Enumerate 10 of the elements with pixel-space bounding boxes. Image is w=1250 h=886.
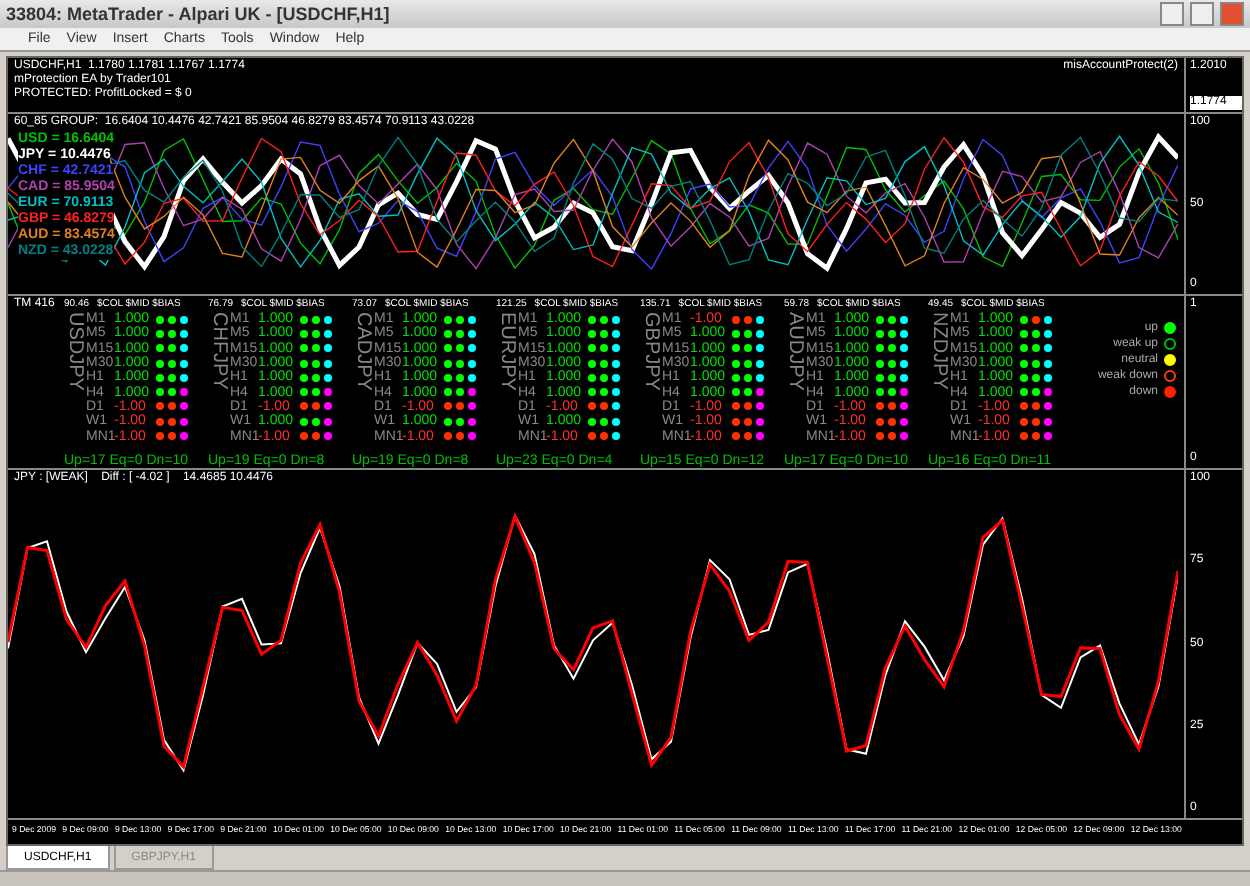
pair-name: GBPJPY: [640, 312, 662, 395]
pair-name: USDJPY: [64, 312, 86, 395]
pair-name: CHFJPY: [208, 312, 230, 394]
minimize-button[interactable]: [1160, 2, 1184, 26]
pair-name: AUDJPY: [784, 312, 806, 395]
maximize-button[interactable]: [1190, 2, 1214, 26]
pair-name: CADJPY: [352, 312, 374, 395]
pair-name: EURJPY: [496, 312, 518, 395]
pair-name: NZDJPY: [928, 312, 950, 394]
window-title: 33804: MetaTrader - Alpari UK - [USDCHF,H1]: [6, 4, 392, 24]
